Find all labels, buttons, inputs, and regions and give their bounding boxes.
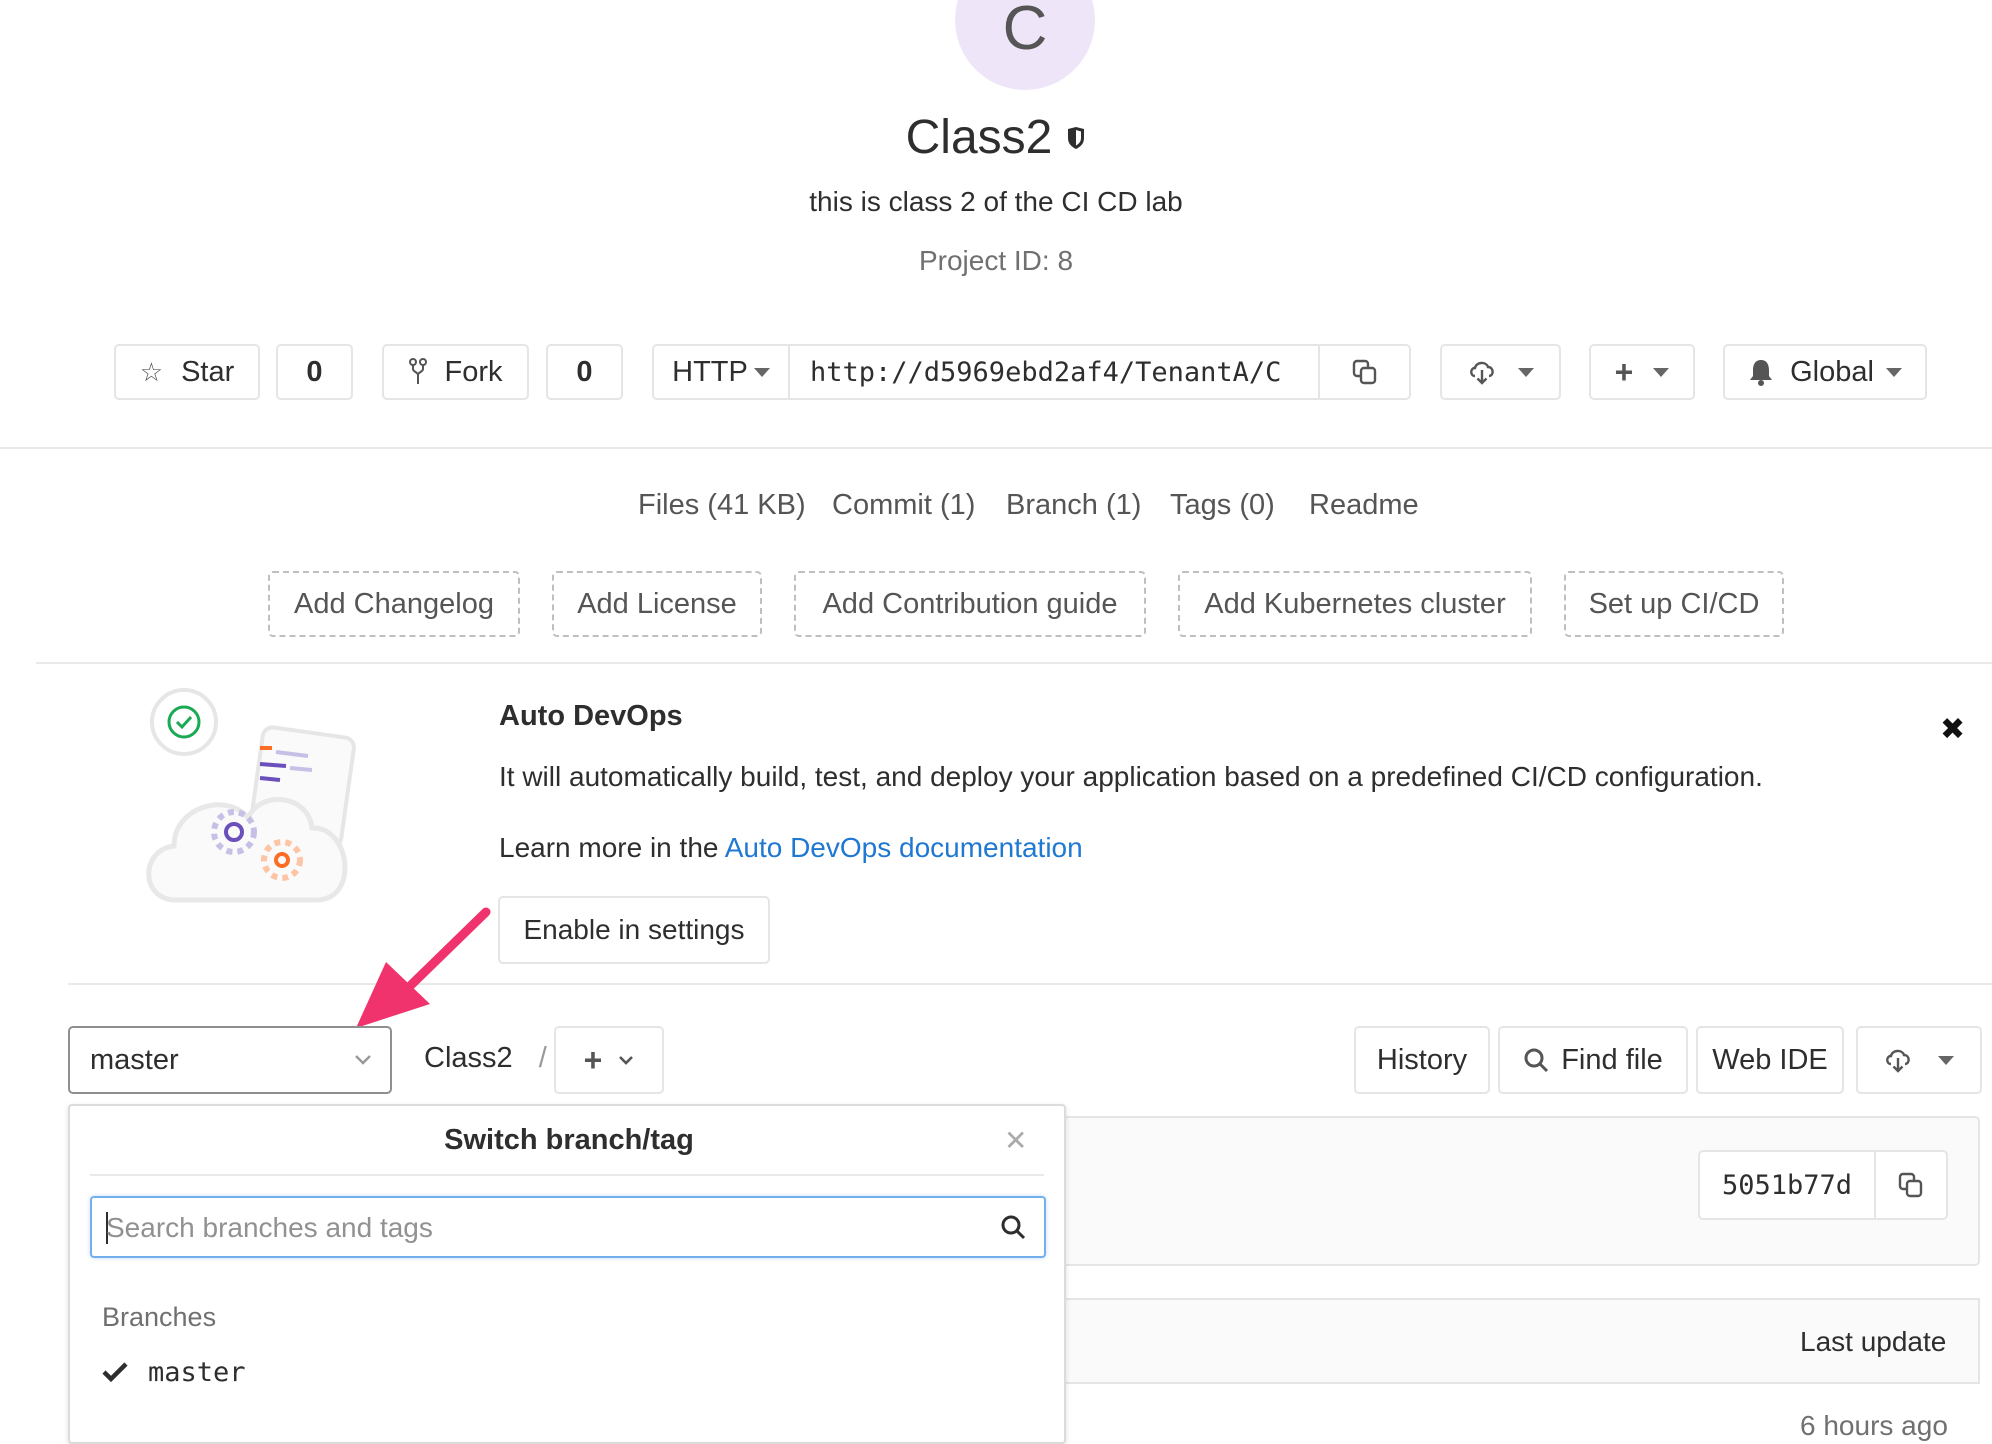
add-to-tree-dropdown[interactable]: +: [554, 1026, 664, 1094]
commit-stat[interactable]: Commit (1): [832, 489, 975, 522]
branch-item-name: master: [148, 1356, 246, 1388]
table-row-last-update: 6 hours ago: [1800, 1410, 1948, 1441]
commit-sha-value: 5051b77d: [1721, 1169, 1853, 1201]
add-kubernetes-cluster-button[interactable]: Add Kubernetes cluster: [1178, 571, 1532, 637]
commit-sha[interactable]: 5051b77d: [1698, 1150, 1876, 1220]
annotation-arrow: [350, 904, 500, 1039]
project-title: Class2: [905, 111, 1053, 164]
add-license-label: Add License: [577, 587, 737, 620]
files-stat[interactable]: Files (41 KB): [638, 489, 806, 522]
download-dropdown[interactable]: [1856, 1026, 1982, 1094]
copy-icon: [1352, 359, 1378, 385]
auto-devops-learn-more: Learn more in the Auto DevOps documentat…: [499, 832, 1083, 864]
chevron-down-icon: [618, 1055, 634, 1066]
project-title-row: Class2: [0, 110, 1992, 165]
chevron-down-icon: [354, 1054, 372, 1066]
new-item-dropdown[interactable]: +: [1589, 344, 1695, 400]
copy-icon: [1898, 1172, 1924, 1198]
web-ide-label: Web IDE: [1712, 1043, 1828, 1076]
check-icon: [102, 1361, 128, 1383]
download-icon: [1468, 359, 1496, 385]
web-ide-button[interactable]: Web IDE: [1696, 1026, 1844, 1094]
plus-icon: +: [583, 1041, 603, 1078]
auto-devops-illustration: [136, 682, 376, 917]
clone-url-value: http://d5969ebd2af4/TenantA/C: [810, 356, 1282, 388]
protocol-label: HTTP: [672, 355, 748, 388]
visibility-shield-icon: [1066, 126, 1086, 150]
close-banner-icon[interactable]: ✖: [1940, 712, 1965, 747]
search-icon: [1523, 1047, 1549, 1073]
bell-icon: [1748, 358, 1774, 386]
add-contribution-label: Add Contribution guide: [822, 587, 1118, 620]
download-icon: [1884, 1047, 1912, 1073]
fork-count-value: 0: [576, 355, 593, 388]
auto-devops-title: Auto DevOps: [499, 700, 683, 732]
project-avatar-letter: C: [1002, 0, 1048, 63]
search-icon: [1000, 1214, 1026, 1240]
clone-url-input[interactable]: http://d5969ebd2af4/TenantA/C: [788, 344, 1320, 400]
auto-devops-body: It will automatically build, test, and d…: [499, 761, 1763, 792]
readme-link[interactable]: Readme: [1309, 489, 1419, 522]
add-contribution-guide-button[interactable]: Add Contribution guide: [794, 571, 1146, 637]
divider: [0, 447, 1992, 449]
dropdown-title: Switch branch/tag: [444, 1124, 694, 1156]
breadcrumb-root[interactable]: Class2: [424, 1042, 513, 1074]
project-description: this is class 2 of the CI CD lab: [809, 186, 1183, 217]
breadcrumb: Class2 /: [424, 1042, 547, 1075]
star-button[interactable]: ☆ Star: [114, 344, 260, 400]
chevron-down-icon: [753, 367, 770, 377]
branch-search-input[interactable]: Search branches and tags: [90, 1196, 1046, 1258]
chevron-down-icon: [1517, 367, 1534, 377]
branch-dropdown: Switch branch/tag ✕ Search branches and …: [68, 1104, 1066, 1444]
fork-button[interactable]: Fork: [382, 344, 529, 400]
auto-devops-docs-link[interactable]: Auto DevOps documentation: [725, 832, 1083, 863]
history-label: History: [1376, 1043, 1468, 1076]
star-icon: ☆: [139, 356, 164, 387]
branch-list-item-master[interactable]: master: [90, 1342, 1046, 1402]
learn-more-text: Learn more in the: [499, 832, 719, 863]
setup-cicd-label: Set up CI/CD: [1588, 587, 1760, 620]
find-file-label: Find file: [1561, 1043, 1663, 1076]
enable-in-settings-button[interactable]: Enable in settings: [498, 896, 770, 964]
find-file-button[interactable]: Find file: [1498, 1026, 1688, 1094]
copy-sha-button[interactable]: [1874, 1150, 1948, 1220]
branch-selector[interactable]: master: [68, 1026, 392, 1094]
branch-stat[interactable]: Branch (1): [1006, 489, 1141, 522]
project-avatar: C: [955, 0, 1095, 90]
enable-in-settings-label: Enable in settings: [523, 914, 745, 945]
star-count[interactable]: 0: [276, 344, 353, 400]
star-count-value: 0: [306, 355, 323, 388]
download-dropdown[interactable]: [1440, 344, 1561, 400]
chevron-down-icon: [1653, 367, 1670, 377]
add-changelog-label: Add Changelog: [294, 587, 494, 620]
add-kubernetes-label: Add Kubernetes cluster: [1204, 587, 1506, 620]
project-id: Project ID: 8: [918, 245, 1074, 276]
copy-url-button[interactable]: [1318, 344, 1411, 400]
tags-stat[interactable]: Tags (0): [1170, 489, 1275, 522]
divider: [36, 662, 1992, 664]
last-update-header: Last update: [1800, 1326, 1947, 1357]
search-placeholder: Search branches and tags: [106, 1212, 433, 1243]
star-label: Star: [181, 355, 235, 388]
breadcrumb-separator: /: [538, 1042, 547, 1074]
history-button[interactable]: History: [1354, 1026, 1490, 1094]
notification-dropdown[interactable]: Global: [1723, 344, 1927, 400]
clone-protocol-dropdown[interactable]: HTTP: [652, 344, 790, 400]
chevron-down-icon: [1938, 1055, 1954, 1065]
add-license-button[interactable]: Add License: [552, 571, 762, 637]
notification-label: Global: [1790, 355, 1874, 388]
fork-label: Fork: [444, 355, 503, 388]
fork-icon: [408, 358, 427, 386]
branch-selector-value: master: [90, 1043, 179, 1076]
close-dropdown-icon[interactable]: ✕: [1004, 1124, 1027, 1157]
plus-icon: +: [1614, 353, 1634, 390]
chevron-down-icon: [1885, 367, 1902, 377]
setup-cicd-button[interactable]: Set up CI/CD: [1564, 571, 1784, 637]
branches-section-label: Branches: [102, 1302, 217, 1332]
fork-count[interactable]: 0: [546, 344, 623, 400]
add-changelog-button[interactable]: Add Changelog: [268, 571, 520, 637]
divider: [90, 1174, 1044, 1176]
